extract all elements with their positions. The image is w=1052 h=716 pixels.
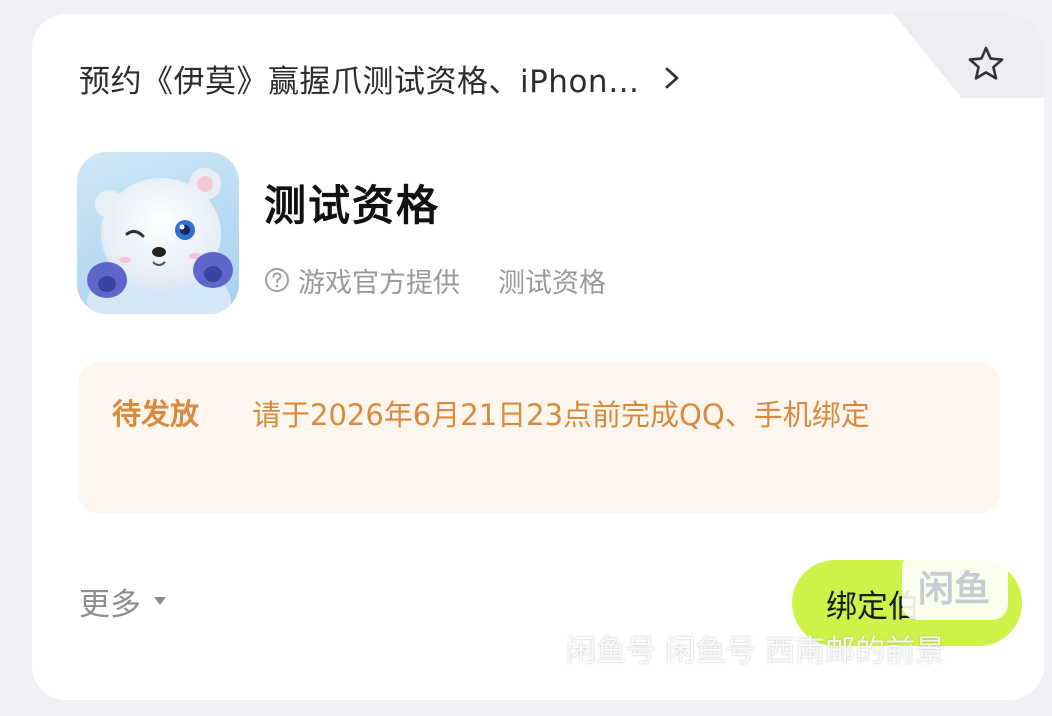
watermark-text: 闲鱼号 闲鱼号 西南邮的前景: [566, 634, 946, 669]
reward-card: 预约《伊莫》赢握爪测试资格、iPhon… 测试资格 游戏官方提供 测试资格 待发…: [32, 14, 1044, 700]
event-title: 预约《伊莫》赢握爪测试资格、iPhon…: [79, 63, 640, 100]
event-link[interactable]: 预约《伊莫》赢握爪测试资格、iPhon…: [79, 58, 682, 100]
more-label: 更多: [79, 586, 141, 623]
status-box: 待发放 请于2026年6月21日23点前完成QQ、手机绑定: [78, 363, 1000, 513]
question-circle-icon[interactable]: [264, 267, 290, 293]
caret-down-icon: [154, 597, 166, 605]
status-message: 请于2026年6月21日23点前完成QQ、手机绑定: [252, 398, 870, 432]
chevron-right-icon: [665, 67, 678, 89]
meta-source: 游戏官方提供: [298, 267, 460, 299]
watermark-logo: 闲鱼: [918, 569, 991, 610]
polar-bear-app-icon: [77, 152, 239, 314]
meta-row: 游戏官方提供 测试资格: [264, 260, 606, 300]
meta-type: 测试资格: [498, 267, 606, 299]
more-dropdown[interactable]: 更多: [79, 579, 167, 623]
app-title: 测试资格: [264, 181, 441, 230]
status-badge: 待发放: [112, 397, 200, 431]
star-icon[interactable]: [966, 44, 1006, 84]
